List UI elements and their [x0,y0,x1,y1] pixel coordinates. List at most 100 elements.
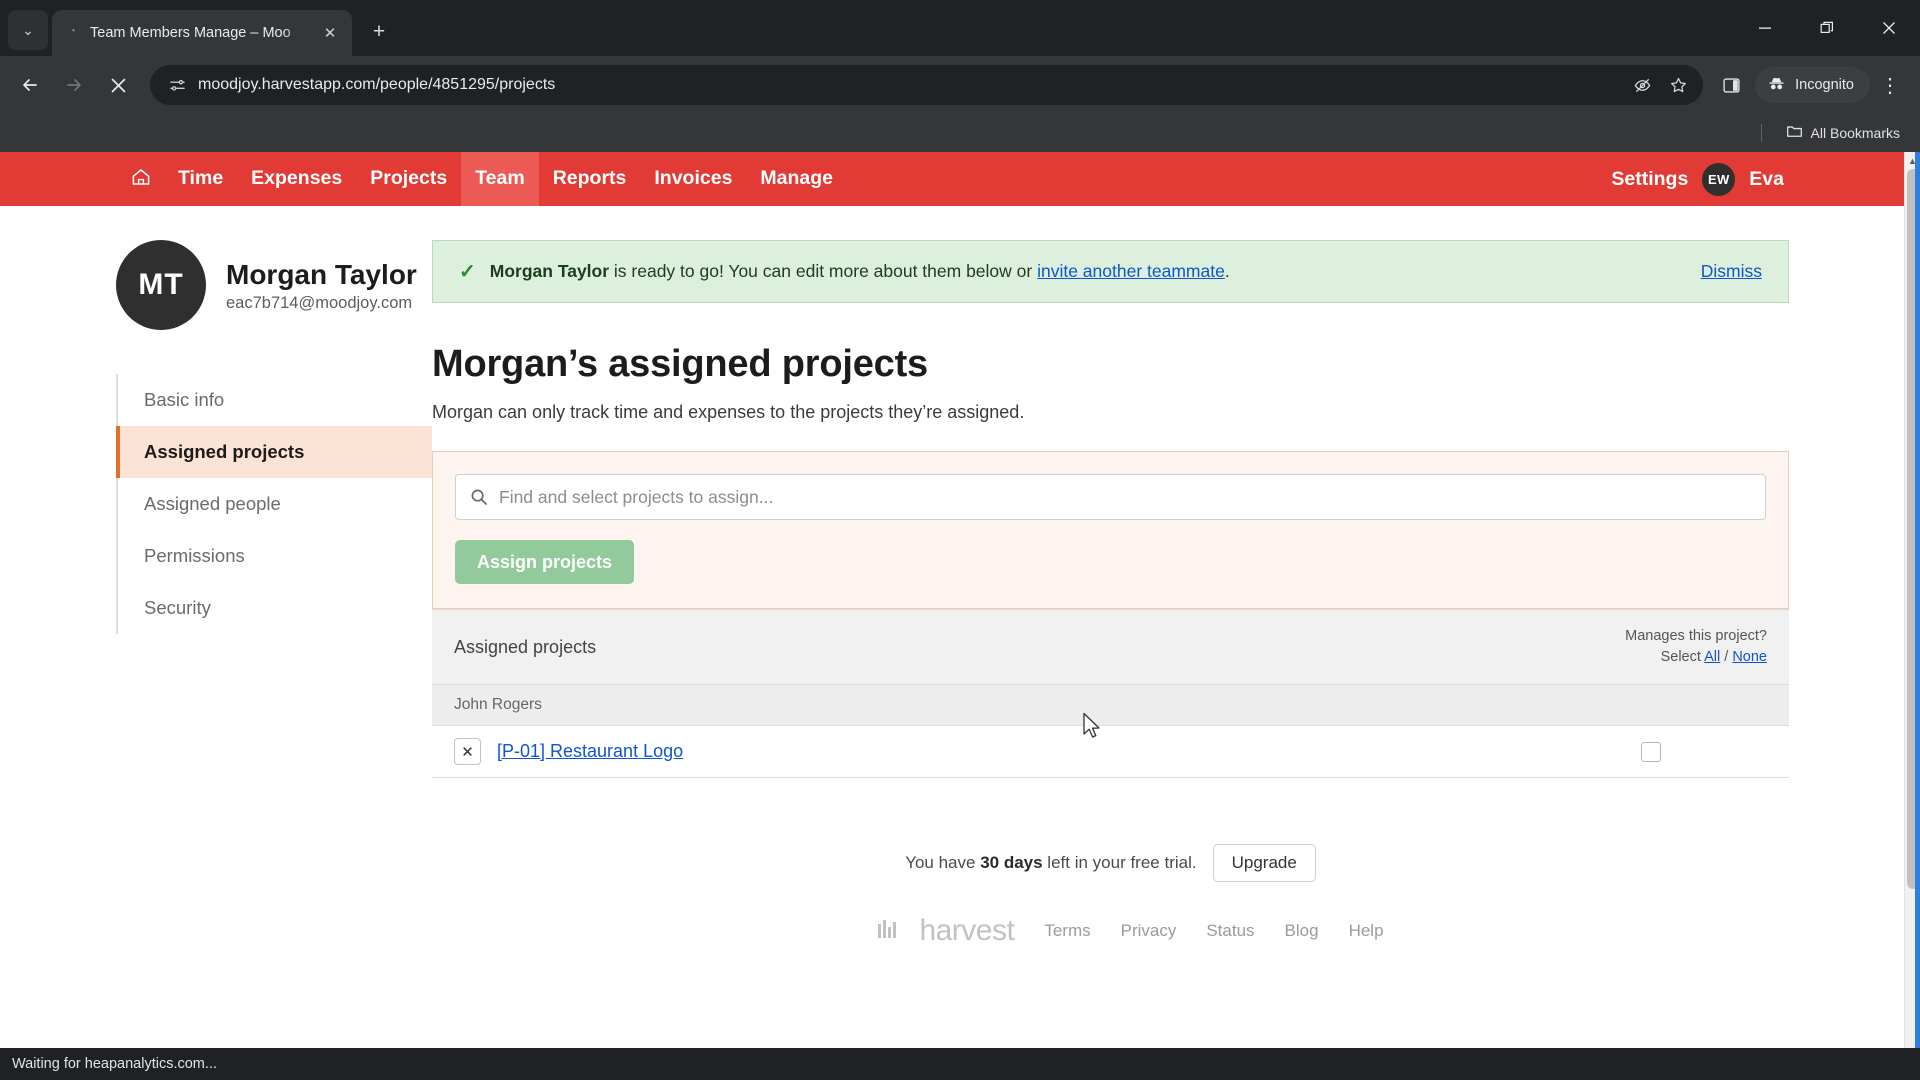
footer-link-privacy[interactable]: Privacy [1121,921,1177,941]
person-side-nav: Basic info Assigned projects Assigned pe… [116,374,432,635]
nav-item-projects[interactable]: Projects [356,154,461,204]
all-bookmarks-label: All Bookmarks [1810,125,1900,141]
trial-notice: You have 30 days left in your free trial… [432,844,1789,883]
table-header-label: Assigned projects [454,636,597,657]
nav-item-team[interactable]: Team [461,152,539,206]
remove-project-button[interactable]: ✕ [454,738,481,766]
browser-toolbar: moodjoy.harvestapp.com/people/4851295/pr… [0,56,1920,114]
close-window-button[interactable] [1858,5,1920,51]
browser-window: ⌄ Team Members Manage – Moo ✕ + moodjoy.… [0,0,1920,1080]
window-focus-edge [1915,152,1920,1048]
person-identity: Morgan Taylor eac7b714@moodjoy.com [226,257,417,313]
trial-suffix: left in your free trial. [1042,853,1197,873]
home-icon [130,166,152,193]
select-all-link[interactable]: All [1704,649,1720,665]
manages-column-header: Manages this project? Select All / None [1625,626,1767,668]
dismiss-banner-link[interactable]: Dismiss [1701,261,1762,282]
project-search-field[interactable]: Find and select projects to assign... [455,474,1766,520]
nav-home-button[interactable] [118,166,164,193]
footer-link-help[interactable]: Help [1349,921,1384,941]
tab-search-button[interactable]: ⌄ [8,10,48,50]
site-settings-icon[interactable] [164,72,190,98]
back-button[interactable] [10,65,50,105]
nav-item-invoices[interactable]: Invoices [640,154,746,204]
chevron-down-icon: ⌄ [22,21,34,38]
bookmarks-bar: All Bookmarks [0,114,1920,152]
assigned-projects-table-header: Assigned projects Manages this project? … [432,609,1789,686]
banner-person-name: Morgan Taylor [489,261,610,281]
sidebar-item-permissions[interactable]: Permissions [118,530,432,582]
star-icon[interactable] [1661,68,1695,102]
footer-link-status[interactable]: Status [1206,921,1254,941]
sidebar-item-security[interactable]: Security [118,582,432,634]
incognito-icon [1767,74,1786,97]
side-panel-icon[interactable] [1711,65,1751,105]
banner-text-mid: is ready to go! You can edit more about … [609,261,1038,281]
nav-settings-link[interactable]: Settings [1611,168,1688,191]
project-group-header: John Rogers [432,685,1789,727]
address-bar[interactable]: moodjoy.harvestapp.com/people/4851295/pr… [150,65,1704,105]
select-prefix: Select [1660,649,1705,666]
nav-item-expenses[interactable]: Expenses [237,154,356,204]
tab-close-button[interactable]: ✕ [318,21,342,45]
harvest-logo-word: harvest [919,914,1015,948]
assign-projects-button[interactable]: Assign projects [455,540,635,584]
banner-text-end: . [1224,261,1230,281]
sidebar-item-assigned-people[interactable]: Assigned people [118,478,432,530]
search-icon [470,488,488,506]
folder-icon [1786,123,1803,143]
sidebar-item-basic-info[interactable]: Basic info [118,374,432,426]
page-title: Morgan’s assigned projects [432,343,928,385]
stop-loading-button[interactable] [98,65,138,105]
footer-link-terms[interactable]: Terms [1044,921,1090,941]
all-bookmarks-button[interactable]: All Bookmarks [1778,119,1908,147]
manages-question: Manages this project? [1625,628,1767,644]
assign-projects-panel: Find and select projects to assign... As… [432,451,1789,609]
nav-user-name[interactable]: Eva [1749,168,1784,191]
person-email: eac7b714@moodjoy.com [226,294,413,312]
footer-link-blog[interactable]: Blog [1285,921,1319,941]
harvest-top-nav: Time Expenses Projects Team Reports Invo… [0,152,1904,206]
project-link[interactable]: [P-01] Restaurant Logo [497,741,1641,762]
manages-project-checkbox[interactable] [1641,741,1661,762]
new-tab-button[interactable]: + [362,15,396,49]
avatar[interactable]: EW [1702,162,1736,196]
omnibox-actions [1625,68,1695,102]
harvest-favicon [62,24,80,42]
page-viewport: Time Expenses Projects Team Reports Invo… [0,152,1920,1048]
eye-off-icon[interactable] [1625,68,1659,102]
incognito-label: Incognito [1795,77,1854,93]
tab-strip: ⌄ Team Members Manage – Moo ✕ + [0,0,1920,56]
select-separator: / [1720,649,1733,666]
page-subtitle: Morgan can only track time and expenses … [432,402,1025,422]
maximize-restore-button[interactable] [1796,5,1858,51]
incognito-indicator[interactable]: Incognito [1755,67,1870,103]
main-column: ✓ Morgan Taylor is ready to go! You can … [432,240,1904,948]
nav-item-reports[interactable]: Reports [539,154,641,204]
nav-item-time[interactable]: Time [164,154,237,204]
minimize-button[interactable] [1734,5,1796,51]
invite-teammate-link[interactable]: invite another teammate [1037,261,1225,281]
success-banner: ✓ Morgan Taylor is ready to go! You can … [432,240,1789,303]
forward-button[interactable] [54,65,94,105]
left-column: MT Morgan Taylor eac7b714@moodjoy.com Ba… [0,240,432,948]
select-none-link[interactable]: None [1732,649,1767,665]
page-content: MT Morgan Taylor eac7b714@moodjoy.com Ba… [0,206,1904,948]
table-row: ✕ [P-01] Restaurant Logo [432,726,1789,779]
harvest-app: Time Expenses Projects Team Reports Invo… [0,152,1904,1048]
tab-title: Team Members Manage – Moo [90,25,291,41]
sidebar-item-assigned-projects[interactable]: Assigned projects [116,426,432,479]
window-controls [1734,0,1920,56]
harvest-logo: harvest [877,914,1015,948]
person-name: Morgan Taylor [226,259,417,290]
trial-prefix: You have [905,853,981,873]
page-footer: harvest Terms Privacy Status Blog Help [432,914,1789,948]
select-all-none-row: Select All / None [1625,647,1767,668]
status-bubble: Waiting for heapanalytics.com... [0,1048,229,1080]
browser-menu-button[interactable]: ⋮ [1870,65,1910,105]
trial-days: 30 days [980,853,1043,873]
nav-item-manage[interactable]: Manage [746,154,847,204]
browser-tab[interactable]: Team Members Manage – Moo ✕ [52,10,352,56]
project-search-placeholder: Find and select projects to assign... [499,486,774,507]
upgrade-button[interactable]: Upgrade [1212,844,1316,883]
